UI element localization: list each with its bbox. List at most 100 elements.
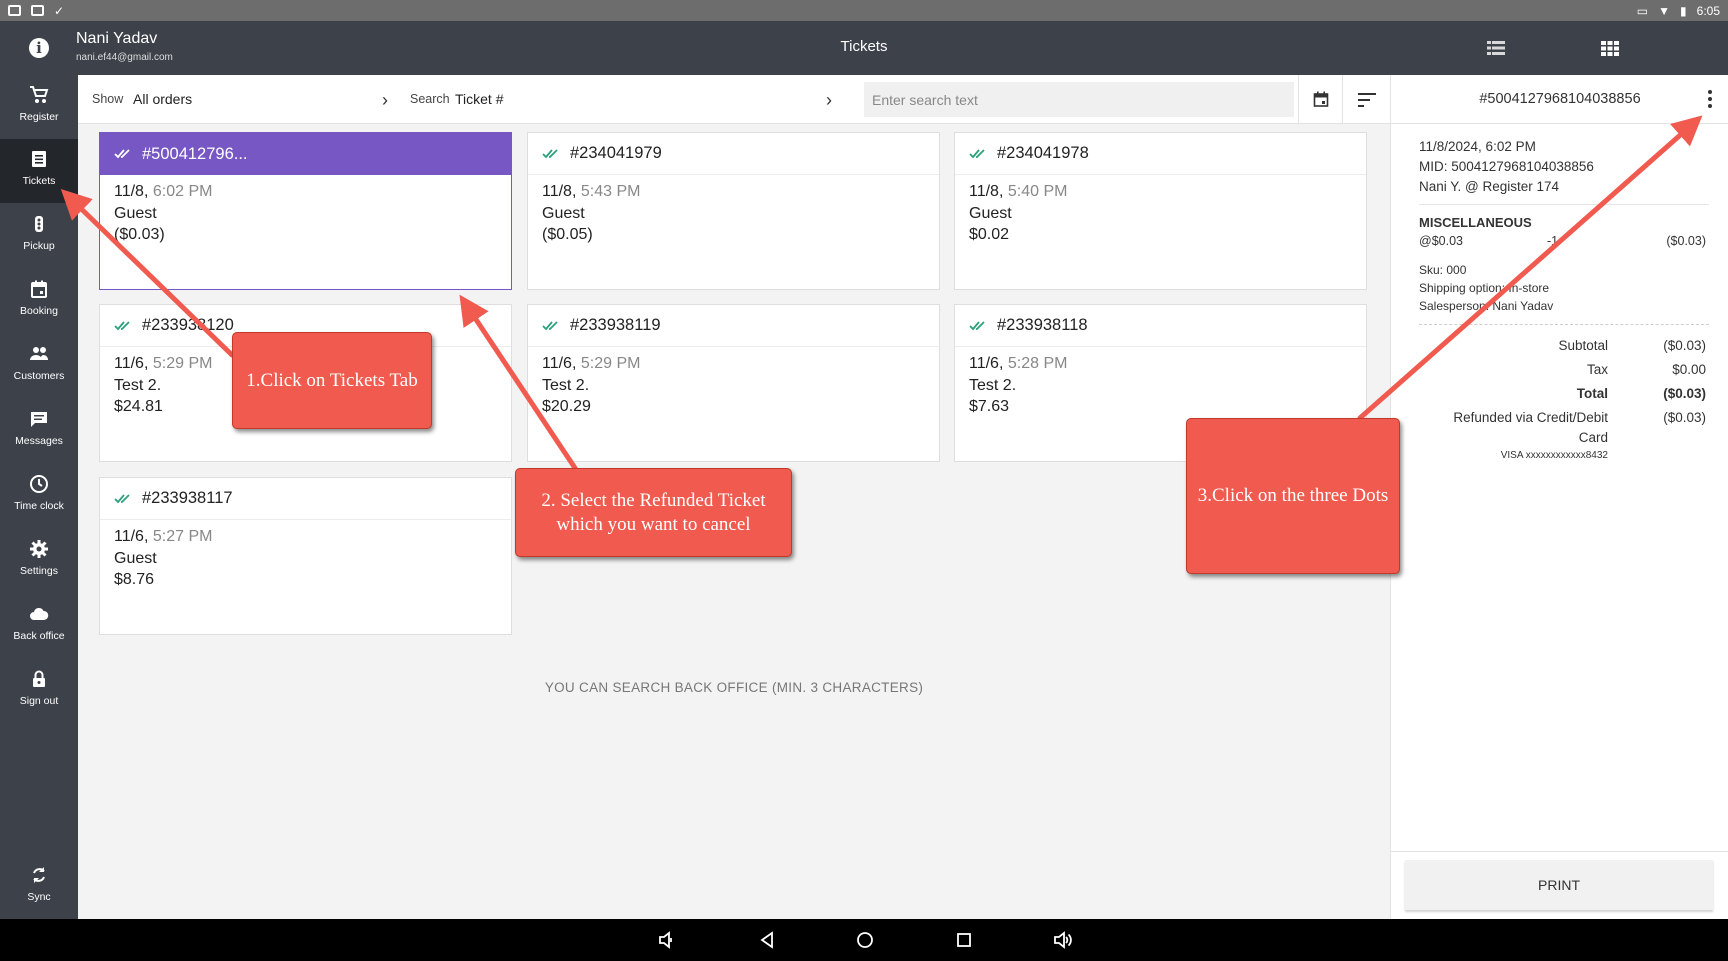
ticket-time: 5:29 PM — [152, 355, 213, 372]
double-check-icon — [114, 493, 130, 503]
double-check-icon — [542, 148, 558, 158]
ticket-card[interactable]: #234041978 11/8, 5:40 PM Guest $0.02 — [954, 132, 1367, 290]
app-bar: i Nani Yadav nani.ef44@gmail.com Tickets — [0, 21, 1728, 75]
volume-down-icon[interactable] — [657, 930, 677, 950]
callout-step-3: 3.Click on the three Dots — [1186, 418, 1400, 574]
ticket-customer: Test 2. — [969, 376, 1017, 394]
ticket-number: #233938117 — [142, 489, 233, 507]
sidebar-item-messages[interactable]: Messages — [0, 399, 78, 463]
ticket-card[interactable]: #233938117 11/6, 5:27 PM Guest $8.76 — [99, 477, 512, 635]
double-check-icon — [969, 148, 985, 158]
ticket-date: 11/8, — [542, 183, 577, 200]
ticket-amount: $0.02 — [969, 226, 1010, 243]
sidebar-item-time-clock[interactable]: Time clock — [0, 464, 78, 528]
ticket-time: 5:28 PM — [1007, 355, 1068, 372]
clock-icon — [30, 475, 48, 493]
ticket-date: 11/6, — [114, 355, 149, 372]
ticket-date: 11/8, — [969, 183, 1004, 200]
notification-icon — [8, 5, 21, 16]
ticket-card-selected[interactable]: #500412796... 11/8, 6:02 PM Guest ($0.03… — [99, 132, 512, 290]
print-button[interactable]: PRINT — [1405, 860, 1713, 910]
line-item-sku: Sku: 000 — [1419, 263, 1467, 277]
sidebar-item-sign-out[interactable]: Sign out — [0, 659, 78, 723]
lock-icon — [33, 670, 45, 687]
ticket-time: 5:29 PM — [580, 355, 641, 372]
calendar-icon — [1313, 91, 1329, 107]
sort-button[interactable] — [1342, 75, 1390, 124]
ticket-card[interactable]: #233938119 11/6, 5:29 PM Test 2. $20.29 — [527, 304, 940, 462]
search-field-dropdown[interactable]: Ticket # — [455, 91, 504, 107]
ticket-date: 11/6, — [542, 355, 577, 372]
callout-step-2: 2. Select the Refunded Ticket which you … — [515, 468, 792, 557]
subtotal-value: ($0.03) — [1663, 338, 1706, 353]
gear-icon — [30, 540, 48, 558]
sidebar-item-label: Customers — [13, 370, 65, 382]
system-nav-bar — [0, 919, 1728, 961]
sidebar: Register Tickets Pickup Booking Customer… — [0, 75, 78, 919]
date-filter-button[interactable] — [1298, 75, 1342, 124]
ticket-customer: Guest — [542, 204, 585, 222]
divider — [1419, 204, 1709, 205]
status-bar: ✓ ▭ ▼ ▮ 6:05 — [0, 0, 1728, 21]
refund-label: Refunded via Credit/Debit — [1453, 410, 1608, 425]
sidebar-item-label: Booking — [20, 305, 58, 317]
ticket-time: 5:27 PM — [152, 528, 213, 545]
cast-icon: ▭ — [1636, 3, 1649, 18]
home-icon[interactable] — [855, 930, 875, 950]
detail-header: #5004127968104038856 — [1391, 75, 1728, 124]
ticket-customer: Guest — [114, 204, 157, 222]
ticket-amount: $7.63 — [969, 398, 1010, 415]
back-icon[interactable] — [757, 930, 777, 950]
sidebar-item-label: Sync — [27, 891, 51, 903]
ticket-date: 11/6, — [969, 355, 1004, 372]
double-check-icon — [542, 320, 558, 330]
line-item-salesperson: Salesperson: Nani Yadav — [1419, 299, 1554, 313]
calendar-icon — [31, 280, 47, 298]
ticket-number: #233938120 — [142, 316, 234, 334]
line-item-qty: -1 — [1547, 234, 1559, 248]
detail-datetime: 11/8/2024, 6:02 PM — [1419, 139, 1536, 154]
sync-icon — [33, 867, 45, 883]
sidebar-item-sync[interactable]: Sync — [0, 855, 78, 919]
chevron-right-icon[interactable]: › — [826, 90, 832, 111]
sidebar-item-label: Register — [19, 111, 59, 123]
sidebar-item-settings[interactable]: Settings — [0, 529, 78, 593]
sidebar-item-booking[interactable]: Booking — [0, 269, 78, 333]
people-icon — [30, 347, 48, 360]
list-view-icon[interactable] — [1487, 40, 1505, 56]
cloud-icon — [30, 607, 49, 620]
volume-up-icon[interactable] — [1053, 930, 1073, 950]
ticket-amount: $20.29 — [542, 398, 591, 415]
wifi-icon: ▼ — [1658, 3, 1671, 18]
detail-ticket-id: #5004127968104038856 — [1479, 91, 1641, 107]
message-notification-icon — [31, 5, 44, 16]
callout-step-1: 1.Click on Tickets Tab — [232, 332, 432, 429]
status-time: 6:05 — [1696, 3, 1720, 18]
recents-icon[interactable] — [954, 930, 974, 950]
ticket-date: 11/8, — [114, 183, 149, 200]
ticket-number: #500412796... — [142, 144, 248, 163]
ticket-number: #233938119 — [570, 316, 661, 334]
sidebar-item-label: Back office — [13, 630, 65, 642]
more-options-icon[interactable] — [1703, 87, 1717, 111]
ticket-card[interactable]: #234041979 11/8, 5:43 PM Guest ($0.05) — [527, 132, 940, 290]
search-input[interactable] — [864, 82, 1294, 117]
grid-view-icon[interactable] — [1601, 40, 1619, 56]
ticket-number: #234041979 — [570, 144, 662, 162]
sidebar-item-pickup[interactable]: Pickup — [0, 204, 78, 268]
sidebar-item-label: Tickets — [22, 175, 56, 187]
sidebar-item-register[interactable]: Register — [0, 75, 78, 139]
detail-register: Nani Y. @ Register 174 — [1419, 179, 1560, 194]
battery-icon: ▮ — [1680, 3, 1687, 18]
search-hint: YOU CAN SEARCH BACK OFFICE (MIN. 3 CHARA… — [544, 680, 924, 695]
sidebar-item-label: Settings — [20, 565, 58, 577]
show-filter-dropdown[interactable]: All orders — [133, 91, 192, 107]
sidebar-item-tickets[interactable]: Tickets — [0, 139, 78, 203]
total-value: ($0.03) — [1663, 386, 1706, 401]
chevron-right-icon[interactable]: › — [382, 90, 388, 111]
ticket-number: #233938118 — [997, 316, 1088, 334]
sidebar-item-customers[interactable]: Customers — [0, 334, 78, 398]
filter-toolbar: Show All orders › Search Ticket # › — [78, 75, 1390, 124]
sidebar-item-back-office[interactable]: Back office — [0, 594, 78, 658]
tax-value: $0.00 — [1672, 362, 1706, 377]
